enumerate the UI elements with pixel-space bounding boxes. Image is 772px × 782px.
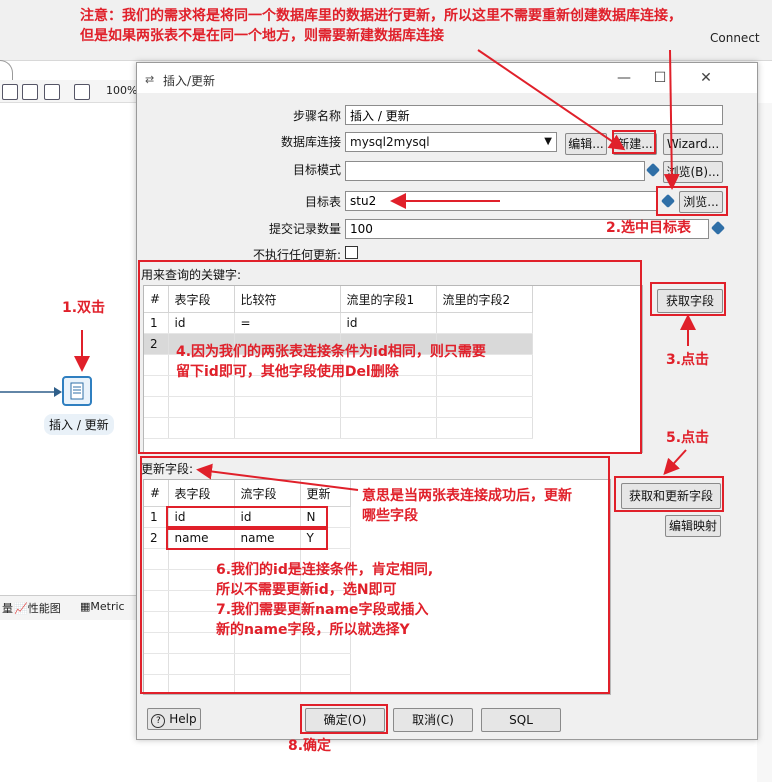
annotation-meaning: 意思是当两张表连接成功后，更新 哪些字段 [362, 486, 572, 526]
annotation-text: 意思是当两张表连接成功后，更新 [362, 488, 572, 504]
annotation-step1: 1.双击 [62, 300, 106, 316]
annotation-text: 新的name字段，所以就选择Y [216, 622, 410, 638]
annotation-step8: 8.确定 [288, 738, 332, 754]
annotation-text: 留下id即可，其他字段使用Del删除 [176, 364, 399, 380]
annotation-step6-7: 6.我们的id是连接条件，肯定相同, 所以不需要更新id，选N即可 7.我们需要… [216, 560, 433, 640]
annotation-top-note: 注意：我们的需求将是将同一个数据库里的数据进行更新，所以这里不需要重新创建数据库… [80, 6, 770, 46]
annotation-text: 哪些字段 [362, 508, 418, 524]
annotation-step4: 4.因为我们的两张表连接条件为id相同，则只需要 留下id即可，其他字段使用De… [176, 342, 486, 382]
annotation-text: 6.我们的id是连接条件，肯定相同, [216, 562, 434, 578]
annotation-text: 但是如果两张表不是在同一个地方，则需要新建数据库连接 [80, 28, 444, 44]
annotation-text: 所以不需要更新id，选N即可 [216, 582, 397, 598]
annotation-text: 注意：我们的需求将是将同一个数据库里的数据进行更新，所以这里不需要重新创建数据库… [80, 8, 682, 24]
annotation-arrows [74, 49, 696, 491]
annotation-step5: 5.点击 [666, 430, 710, 446]
annotation-step2: 2.选中目标表 [606, 220, 692, 236]
annotation-step3: 3.点击 [666, 352, 710, 368]
annotation-text: 7.我们需要更新name字段或插入 [216, 602, 429, 618]
annotation-text: 4.因为我们的两张表连接条件为id相同，则只需要 [176, 344, 486, 360]
